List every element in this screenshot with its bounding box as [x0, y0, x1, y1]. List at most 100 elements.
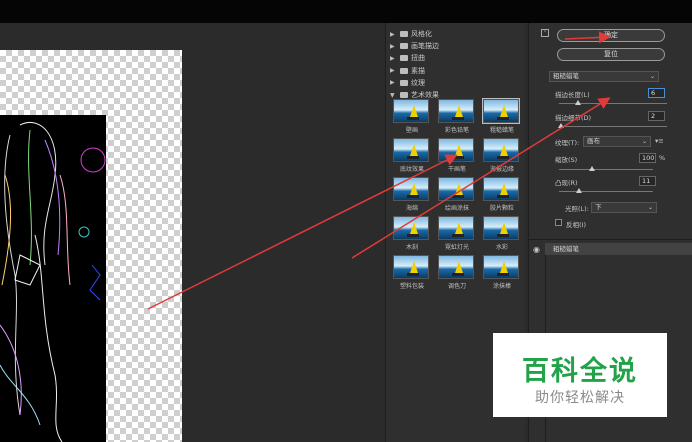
relief-slider-handle[interactable] [576, 188, 582, 193]
filter-thumbnail[interactable]: 涂抹棒 [483, 255, 521, 299]
filter-folder[interactable]: ▶ 扭曲 [390, 52, 425, 64]
scaling-label: 缩放(S) [555, 156, 578, 164]
folder-icon [400, 55, 408, 62]
reset-button[interactable]: 复位 [557, 48, 665, 61]
filter-preview-image [438, 255, 474, 279]
expand-right-icon[interactable]: ▶ [390, 55, 397, 62]
filter-thumbnail-label: 粗糙蜡笔 [489, 127, 514, 134]
expand-down-icon[interactable]: ▼ [390, 92, 397, 99]
stroke-detail-label: 描边细节(D) [555, 114, 592, 122]
stroke-length-label: 描边长度(L) [555, 91, 590, 99]
filter-thumbnail[interactable]: 塑料包装 [393, 255, 431, 299]
filter-thumbnail[interactable]: 水彩 [483, 216, 521, 260]
filter-thumbnail-label: 壁画 [405, 127, 418, 134]
filter-thumbnail[interactable]: 干画笔 [438, 138, 476, 182]
filter-thumbnail[interactable]: 彩色铅笔 [438, 99, 476, 143]
filter-thumbnail[interactable]: 海绵 [393, 177, 431, 221]
texture-label: 纹理(T): [555, 139, 580, 147]
preview-artwork [0, 115, 106, 442]
scaling-slider-handle[interactable] [589, 166, 595, 171]
preview-area[interactable] [0, 23, 385, 442]
filter-folder[interactable]: ▶ 风格化 [390, 28, 432, 40]
filter-folder-label: 风格化 [411, 30, 432, 38]
filter-thumbnail-label: 彩色铅笔 [444, 127, 469, 134]
filter-folder-label: 画笔描边 [411, 42, 439, 51]
effect-layer-row[interactable]: 粗糙蜡笔 [545, 243, 692, 255]
folder-icon [400, 79, 408, 86]
divider [529, 239, 692, 240]
stroke-detail-input[interactable]: 2 [648, 111, 665, 121]
filter-preview-image [438, 138, 474, 162]
relief-slider[interactable] [559, 191, 653, 192]
filter-thumbnail[interactable]: 胶片颗粒 [483, 177, 521, 221]
filter-preview-image [393, 138, 429, 162]
filter-thumbnail[interactable]: 绘画涂抹 [438, 177, 476, 221]
filter-thumbnail[interactable]: 海报边缘 [483, 138, 521, 182]
filter-preview-image [438, 216, 474, 240]
filter-thumbnail[interactable]: 底纹效果 [393, 138, 431, 182]
filter-preview-image [393, 99, 429, 123]
chevron-down-icon: ⌄ [641, 138, 647, 145]
watermark-title: 百科全说 [522, 356, 638, 387]
filter-thumbnail[interactable]: 调色刀 [438, 255, 476, 299]
filter-folder[interactable]: ▶ 画笔描边 [390, 40, 439, 52]
light-select[interactable]: 下 ⌄ [591, 202, 657, 213]
expand-right-icon[interactable]: ▶ [390, 43, 397, 50]
invert-label: 反相(I) [566, 221, 586, 229]
texture-select[interactable]: 画布 ⌄ [583, 136, 651, 147]
filter-select[interactable]: 粗糙蜡笔 ⌄ [549, 71, 659, 82]
eye-icon[interactable]: ◉ [533, 245, 540, 254]
filter-preview-image [393, 216, 429, 240]
filter-thumbnail[interactable]: 粗糙蜡笔 [482, 98, 521, 143]
relief-input[interactable]: 11 [639, 176, 656, 186]
filter-preview-image [438, 99, 474, 123]
filter-folder-label: 扭曲 [411, 54, 425, 63]
filter-thumbnail[interactable]: 木刻 [393, 216, 431, 260]
filter-preview-image [483, 138, 519, 162]
folder-icon [400, 92, 408, 98]
filter-thumbnail-label: 绘画涂抹 [444, 205, 469, 212]
stroke-detail-slider-handle[interactable] [558, 123, 564, 128]
ok-button[interactable]: 确定 [557, 29, 665, 42]
filter-thumbnail[interactable]: 霓虹灯光 [438, 216, 476, 260]
filter-preview-image [482, 98, 520, 124]
light-label: 光照(L): [565, 205, 589, 213]
filter-folder-label: 纹理 [411, 78, 425, 87]
filter-thumbnail[interactable]: 壁画 [393, 99, 431, 143]
filter-preview-image [483, 255, 519, 279]
filter-thumbnail-label: 塑料包装 [399, 283, 424, 290]
filter-thumbnail-label: 水彩 [495, 244, 508, 251]
texture-menu-icon[interactable]: ▾≡ [655, 137, 664, 145]
expand-right-icon[interactable]: ▶ [390, 31, 397, 38]
expand-right-icon[interactable]: ▶ [390, 67, 397, 74]
filter-folder[interactable]: ▶ 纹理 [390, 77, 425, 89]
scaling-input[interactable]: 100 [639, 153, 656, 163]
stroke-length-input[interactable]: 6 [648, 88, 665, 98]
filter-thumbnail-label: 调色刀 [447, 283, 466, 290]
filter-thumbnail-label: 木刻 [405, 244, 418, 251]
filter-select-value: 粗糙蜡笔 [553, 72, 579, 80]
filter-thumbnail-label: 底纹效果 [399, 166, 424, 173]
filter-thumbnail-label: 干画笔 [447, 166, 466, 173]
invert-checkbox[interactable] [555, 219, 562, 226]
filter-preview-image [393, 177, 429, 201]
scaling-slider[interactable] [559, 169, 653, 170]
stroke-length-slider-handle[interactable] [575, 100, 581, 105]
scaling-unit: % [659, 154, 666, 162]
folder-icon [400, 67, 408, 74]
filter-folder[interactable]: ▶ 素描 [390, 65, 425, 77]
folder-icon [400, 43, 408, 50]
watermark-subtitle: 助你轻松解决 [535, 390, 625, 406]
filter-thumbnail-label: 霓虹灯光 [444, 244, 469, 251]
filter-thumbnail-label: 海报边缘 [489, 166, 514, 173]
expand-right-icon[interactable]: ▶ [390, 79, 397, 86]
collapse-icon[interactable]: ⌃ [541, 29, 549, 37]
filter-thumbnail-label: 涂抹棒 [492, 283, 511, 290]
filter-folder-label: 素描 [411, 66, 425, 75]
filter-preview-image [483, 216, 519, 240]
filter-preview-image [393, 255, 429, 279]
filter-thumbnail-label: 胶片颗粒 [489, 205, 514, 212]
stroke-detail-slider[interactable] [559, 126, 667, 127]
chevron-down-icon: ⌄ [649, 73, 655, 80]
top-bar [0, 0, 692, 23]
